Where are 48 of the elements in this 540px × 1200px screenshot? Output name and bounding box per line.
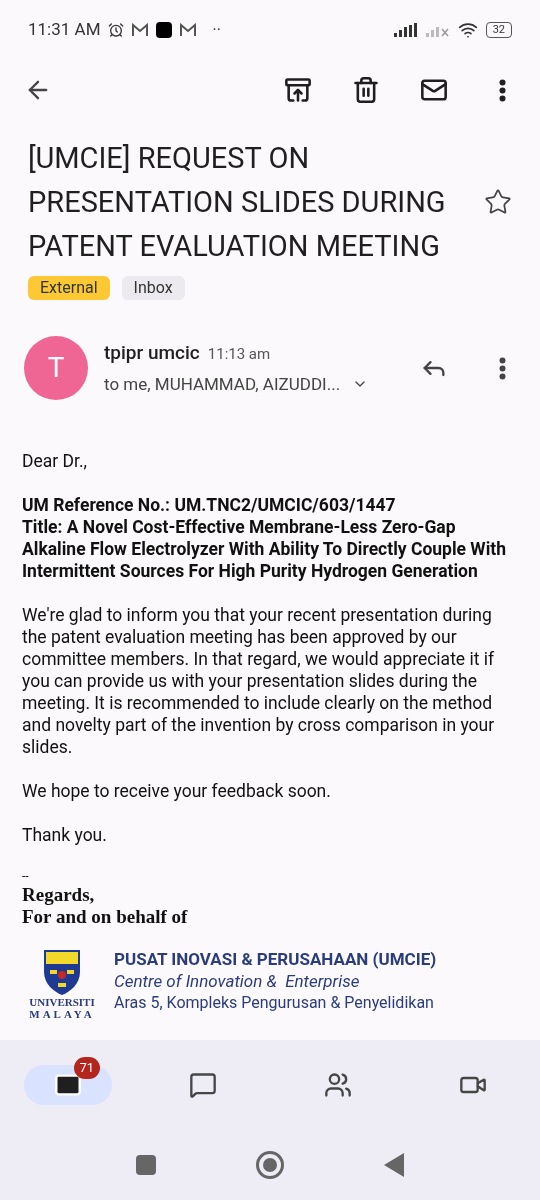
- chat-icon: [188, 1071, 217, 1099]
- signal-icon: [393, 23, 418, 37]
- nav-tab[interactable]: [23, 1065, 112, 1105]
- more-notifications: ··: [212, 19, 221, 41]
- signature-separator: --: [22, 868, 30, 884]
- body-paragraph: We hope to receive your feedback soon.: [22, 780, 332, 802]
- email-subject: [UMCIE] REQUEST ON PRESENTATION SLIDES DURING PATENT EVALUATION MEETING: [28, 140, 447, 265]
- more-icon: [498, 356, 506, 380]
- mail-notification-icon: [180, 23, 197, 37]
- closing-text: For and on behalf of: [22, 906, 189, 928]
- body-paragraph: We're glad to inform you that your recent presentation during the patent evaluation meeting has been approved by our committee members. In that regard, we would appreciate it if you can provide us with your presentation slides during the meeting. It is recommended to include clearly on the method and novelty part of the invention by cross comparison in your slides.: [22, 604, 496, 758]
- reference-text: UM Reference No.: UM.TNC2/UMCIC/603/1447: [22, 494, 397, 516]
- envelope-icon: [420, 76, 448, 104]
- sender-avatar: T: [24, 336, 88, 400]
- unread-badge: 71: [73, 1057, 101, 1079]
- mail-notification-icon: [132, 23, 149, 37]
- people-icon: [323, 1071, 352, 1099]
- organization-address: Aras 5, Kompleks Pengurusan & Penyelidikan: [114, 992, 435, 1014]
- trash-icon: [352, 76, 380, 104]
- back-nav-button[interactable]: [384, 1153, 404, 1177]
- archive-icon: [284, 76, 312, 104]
- status-time: 11:31 AM: [28, 18, 101, 42]
- label-chip: External: [28, 276, 110, 300]
- mark-unread-button[interactable]: [420, 76, 448, 104]
- archive-button[interactable]: [284, 76, 312, 104]
- reference-text: Title: A Novel Cost-Effective Membrane-Less Zero-Gap Alkaline Flow Electrolyzer With Ability To Directly Couple With Intermittent Sources For High Purity Hydrogen Generation: [22, 516, 508, 582]
- organization-name: PUSAT INOVASI & PERUSAHAAN (UMCIE): [114, 948, 437, 970]
- star-icon: [484, 188, 512, 216]
- logo-text: UNIVERSITI: [29, 996, 95, 1008]
- label-chip: Inbox: [121, 276, 185, 300]
- alarm-icon: [108, 22, 125, 38]
- app-notification-icon: [156, 22, 173, 38]
- battery-indicator: 32: [485, 22, 512, 38]
- home-button[interactable]: [256, 1151, 284, 1179]
- crest-icon: [42, 948, 82, 996]
- organization-subtitle: Centre of Innovation & Enterprise: [114, 970, 361, 992]
- body-paragraph: Thank you.: [22, 824, 108, 846]
- greeting-text: Dear Dr.,: [22, 450, 88, 472]
- wifi-icon: [457, 20, 478, 40]
- recipients-toggle[interactable]: to me, MUHAMMAD, AIZUDDI...: [104, 371, 404, 397]
- more-icon: [498, 78, 506, 102]
- logo-text: MALAYA: [29, 1008, 95, 1020]
- sender-name: tpipr umcic: [104, 340, 200, 366]
- recents-button[interactable]: [136, 1155, 156, 1175]
- email-time: 11:13 am: [207, 344, 271, 365]
- delete-button[interactable]: [352, 76, 380, 104]
- star-button[interactable]: [484, 188, 512, 216]
- closing-text: Regards,: [22, 884, 96, 906]
